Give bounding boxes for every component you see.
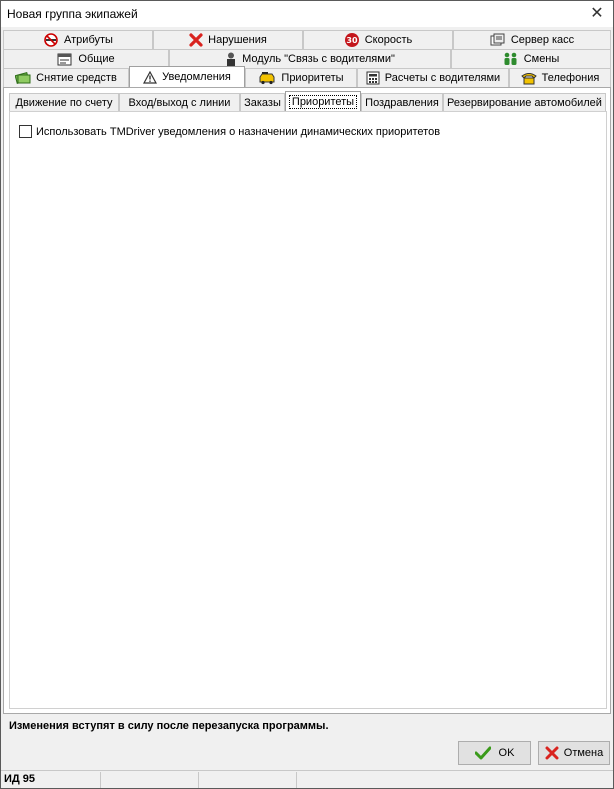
cancel-button[interactable]: Отмена — [538, 741, 610, 765]
subtab-label: Поздравления — [365, 96, 439, 109]
tab-driver-payments[interactable]: Расчеты с водителями — [357, 68, 509, 87]
tab-speed[interactable]: 30 Скорость — [303, 30, 453, 49]
status-cell-2 — [101, 772, 199, 788]
subtab-account-movement[interactable]: Движение по счету — [9, 93, 119, 111]
tab-label: Снятие средств — [36, 72, 117, 84]
cash-server-icon — [490, 33, 506, 47]
use-tmdriver-checkbox[interactable] — [19, 125, 32, 138]
checkmark-icon — [474, 746, 491, 760]
subtab-label: Приоритеты — [288, 94, 358, 109]
subtab-label: Вход/выход с линии — [128, 96, 231, 109]
subtab-orders[interactable]: Заказы — [240, 93, 285, 111]
no-smoking-icon — [43, 33, 59, 47]
tab-withdrawal[interactable]: Снятие средств — [3, 68, 129, 87]
close-button[interactable]: ✕ — [587, 4, 607, 24]
tab-label: Смены — [523, 53, 560, 65]
tab-label: Телефония — [541, 72, 600, 84]
tab-label: Уведомления — [162, 71, 231, 83]
subtab-label: Движение по счету — [15, 96, 113, 109]
tab-row-1: Атрибуты Нарушения 30 Скорость Сервер ка… — [3, 30, 611, 49]
red-x-icon — [189, 33, 203, 47]
tab-label: Скорость — [364, 34, 413, 46]
subtab-car-reservation[interactable]: Резервирование автомобилей — [443, 93, 606, 111]
tab-label: Приоритеты — [281, 72, 344, 84]
tab-priorities[interactable]: Приоритеты — [245, 68, 357, 87]
tab-telephony[interactable]: Телефония — [509, 68, 611, 87]
cancel-icon — [545, 746, 559, 760]
status-cell-3 — [199, 772, 297, 788]
subtab-line-in-out[interactable]: Вход/выход с линии — [119, 93, 240, 111]
speed-limit-30-icon: 30 — [344, 32, 360, 48]
subtab-priorities[interactable]: Приоритеты — [285, 91, 361, 111]
svg-text:30: 30 — [346, 36, 358, 45]
record-id: ИД 95 — [4, 773, 36, 785]
tab-label: Сервер касс — [510, 34, 575, 46]
tab-notifications[interactable]: Уведомления — [129, 66, 245, 87]
warning-icon — [143, 70, 158, 84]
tab-label: Расчеты с водителями — [384, 72, 501, 84]
tab-cash-server[interactable]: Сервер касс — [453, 30, 611, 49]
use-tmdriver-option[interactable]: Использовать TMDriver уведомления о назн… — [19, 125, 440, 138]
driver-icon — [225, 52, 237, 67]
window-title: Новая группа экипажей — [7, 7, 138, 21]
restart-notice: Изменения вступят в силу после перезапус… — [9, 720, 329, 732]
ok-button[interactable]: OK — [458, 741, 531, 765]
tab-shifts[interactable]: Смены — [451, 49, 611, 68]
properties-icon — [57, 52, 73, 66]
cancel-label: Отмена — [563, 747, 604, 759]
tab-row-2: Общие Модуль "Связь с водителями" Смены — [3, 49, 611, 68]
status-bar — [1, 770, 613, 788]
tab-violations[interactable]: Нарушения — [153, 30, 303, 49]
dialog-window: Новая группа экипажей ✕ Атрибуты Нарушен… — [0, 0, 614, 789]
use-tmdriver-label[interactable]: Использовать TMDriver уведомления о назн… — [36, 126, 440, 138]
money-icon — [15, 71, 31, 85]
people-icon — [503, 52, 519, 66]
calculator-icon — [366, 71, 380, 85]
tab-label: Атрибуты — [64, 34, 113, 46]
priorities-content — [9, 111, 607, 709]
ok-label: OK — [498, 747, 515, 759]
subtab-congratulations[interactable]: Поздравления — [361, 93, 443, 111]
subtab-label: Резервирование автомобилей — [447, 96, 602, 109]
tab-row-3: Снятие средств Уведомления Приоритеты Ра… — [3, 66, 611, 87]
phone-icon — [520, 71, 537, 85]
tab-label: Нарушения — [208, 34, 267, 46]
subtab-label: Заказы — [244, 96, 281, 109]
tab-label: Общие — [78, 53, 115, 65]
taxi-icon — [258, 71, 276, 85]
tab-attributes[interactable]: Атрибуты — [3, 30, 153, 49]
tab-label: Модуль "Связь с водителями" — [242, 53, 395, 65]
title-bar: Новая группа экипажей ✕ — [1, 1, 613, 27]
